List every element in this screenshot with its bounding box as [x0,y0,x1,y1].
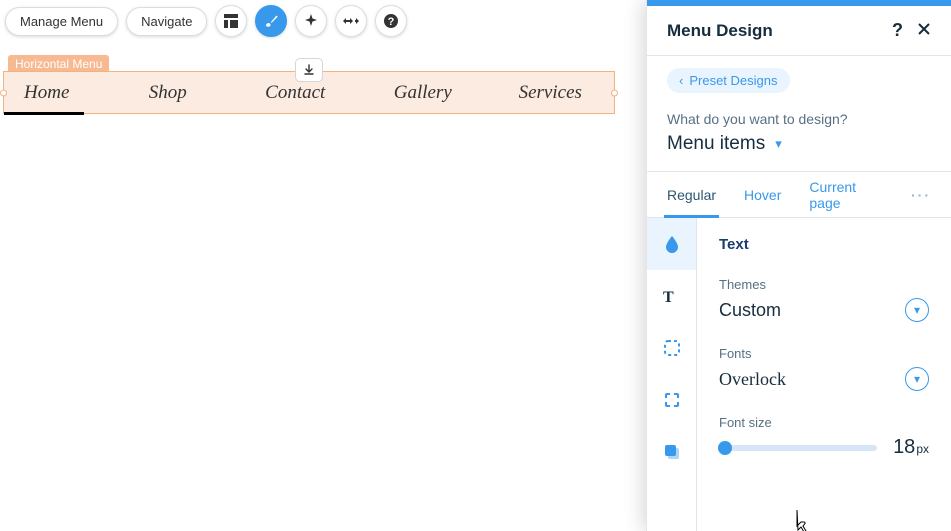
themes-value: Custom [719,300,781,321]
shadow-icon [663,443,681,461]
fonts-dropdown-toggle[interactable]: ▾ [905,367,929,391]
sparkle-icon [303,13,319,29]
panel-title: Menu Design [667,21,773,41]
design-aspect-rail: T [647,218,697,531]
design-panel: Menu Design ? ‹ Preset Designs What do y… [646,0,951,531]
chevron-down-icon: ▾ [775,136,782,152]
design-icon-button[interactable] [255,5,287,37]
preset-designs-label: Preset Designs [689,73,777,88]
layout-icon [223,13,239,29]
themes-dropdown-toggle[interactable]: ▾ [905,298,929,322]
chevron-left-icon: ‹ [679,73,683,88]
design-target-dropdown[interactable]: Menu items ▾ [667,133,931,155]
help-icon-button[interactable]: ? [375,5,407,37]
border-dashed-icon [663,339,681,357]
font-size-slider[interactable] [719,445,877,451]
text-icon: T [663,288,681,304]
chevron-down-icon: ▾ [914,372,920,386]
fonts-value: Overlock [719,369,786,390]
text-section-title: Text [697,218,951,267]
drop-icon [664,235,680,253]
menu-item-services[interactable]: Services [487,82,615,104]
panel-help-icon[interactable]: ? [892,20,903,41]
corner-aspect-icon[interactable] [647,374,696,426]
resize-handle-left[interactable] [0,89,7,96]
svg-text:T: T [663,289,674,304]
stretch-icon-button[interactable] [335,5,367,37]
download-icon [303,64,315,76]
panel-close-icon[interactable] [917,20,931,41]
border-aspect-icon[interactable] [647,322,696,374]
font-size-value: 18px [893,436,929,459]
animation-icon-button[interactable] [295,5,327,37]
menu-item-home[interactable]: Home [4,82,104,104]
panel-header: Menu Design ? [647,6,951,56]
editor-toolbar: Manage Menu Navigate ? [5,5,407,37]
tab-hover[interactable]: Hover [744,173,781,217]
fonts-label: Fonts [719,346,929,361]
stretch-icon [342,16,360,26]
layout-icon-button[interactable] [215,5,247,37]
resize-handle-right[interactable] [611,89,618,96]
navigate-button[interactable]: Navigate [126,7,207,36]
download-handle[interactable] [295,58,323,82]
tab-current-page[interactable]: Current page [809,165,883,225]
question-icon: ? [383,13,399,29]
close-icon [917,22,931,36]
menu-item-gallery[interactable]: Gallery [359,82,487,104]
corners-icon [663,391,681,409]
tabs-more-button[interactable]: ··· [911,187,931,203]
design-target-question: What do you want to design? [667,111,931,127]
slider-thumb[interactable] [718,441,732,455]
design-options-scroll[interactable]: Text Themes Custom ▾ Fonts Overlock ▾ [697,218,951,531]
menu-item-shop[interactable]: Shop [104,82,232,104]
brush-icon [263,13,279,29]
shadow-aspect-icon[interactable] [647,426,696,478]
cursor-icon [793,508,813,531]
menu-item-contact[interactable]: Contact [232,82,360,104]
manage-menu-button[interactable]: Manage Menu [5,7,118,36]
chevron-down-icon: ▾ [914,303,920,317]
svg-text:?: ? [388,16,395,28]
fill-aspect-icon[interactable] [647,218,696,270]
design-target-value: Menu items [667,133,765,155]
active-item-underline [4,112,84,115]
horizontal-menu[interactable]: Home Shop Contact Gallery Services [3,71,615,114]
state-tabs: Regular Hover Current page ··· [647,172,951,218]
tab-regular[interactable]: Regular [667,173,716,217]
text-aspect-icon[interactable]: T [647,270,696,322]
preset-designs-button[interactable]: ‹ Preset Designs [667,68,790,93]
font-size-label: Font size [719,415,929,430]
themes-label: Themes [719,277,929,292]
